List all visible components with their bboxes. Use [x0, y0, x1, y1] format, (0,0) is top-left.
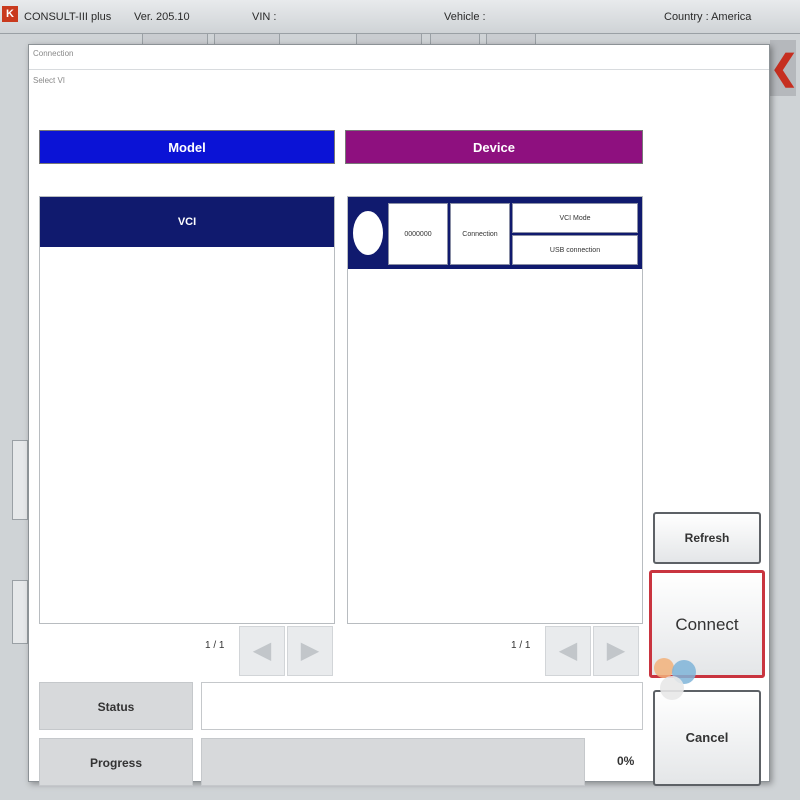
close-icon[interactable]: ❮ — [770, 40, 799, 96]
app-title: CONSULT-III plus — [24, 11, 112, 23]
device-prev-icon[interactable]: ◀ — [545, 626, 591, 676]
model-item-vci[interactable]: VCI — [40, 197, 334, 247]
device-page-indicator: 1 / 1 — [511, 640, 531, 651]
device-serial: 0000000 — [388, 203, 448, 265]
progress-bar — [201, 738, 585, 786]
vin-label: VIN : — [252, 11, 277, 23]
device-mode-cell: VCI Mode — [512, 203, 638, 233]
model-prev-icon[interactable]: ◀ — [239, 626, 285, 676]
device-header: Device — [345, 130, 643, 164]
vehicle-label: Vehicle : — [444, 11, 486, 23]
app-logo-icon: K — [2, 6, 18, 22]
dialog-subtitle: Select VI — [33, 76, 66, 85]
device-link-cell: USB connection — [512, 235, 638, 265]
refresh-button[interactable]: Refresh — [653, 512, 761, 564]
cancel-button[interactable]: Cancel — [653, 690, 761, 786]
model-header: Model — [39, 130, 335, 164]
status-value — [201, 682, 643, 730]
model-next-icon[interactable]: ▶ — [287, 626, 333, 676]
app-version: Ver. 205.10 — [134, 11, 190, 23]
bg-panel-left-2 — [12, 580, 28, 644]
app-title-bar: K CONSULT-III plus Ver. 205.10 VIN : Veh… — [0, 0, 800, 34]
progress-percent: 0% — [617, 754, 635, 768]
device-row[interactable]: 0000000 Connection VCI Mode USB connecti… — [348, 197, 642, 269]
dialog-title: Connection — [33, 49, 74, 58]
model-list: VCI — [39, 196, 335, 624]
cancel-button-label: Cancel — [685, 730, 729, 745]
device-list: 0000000 Connection VCI Mode USB connecti… — [347, 196, 643, 624]
country-label: Country : America — [664, 11, 752, 23]
status-label: Status — [39, 682, 193, 730]
device-status-cell: Connection — [450, 203, 510, 265]
model-page-indicator: 1 / 1 — [205, 640, 225, 651]
device-radio[interactable] — [353, 211, 383, 255]
device-next-icon[interactable]: ▶ — [593, 626, 639, 676]
watermark-logo-icon — [654, 658, 696, 700]
bg-panel-left — [12, 440, 28, 520]
progress-label: Progress — [39, 738, 193, 786]
